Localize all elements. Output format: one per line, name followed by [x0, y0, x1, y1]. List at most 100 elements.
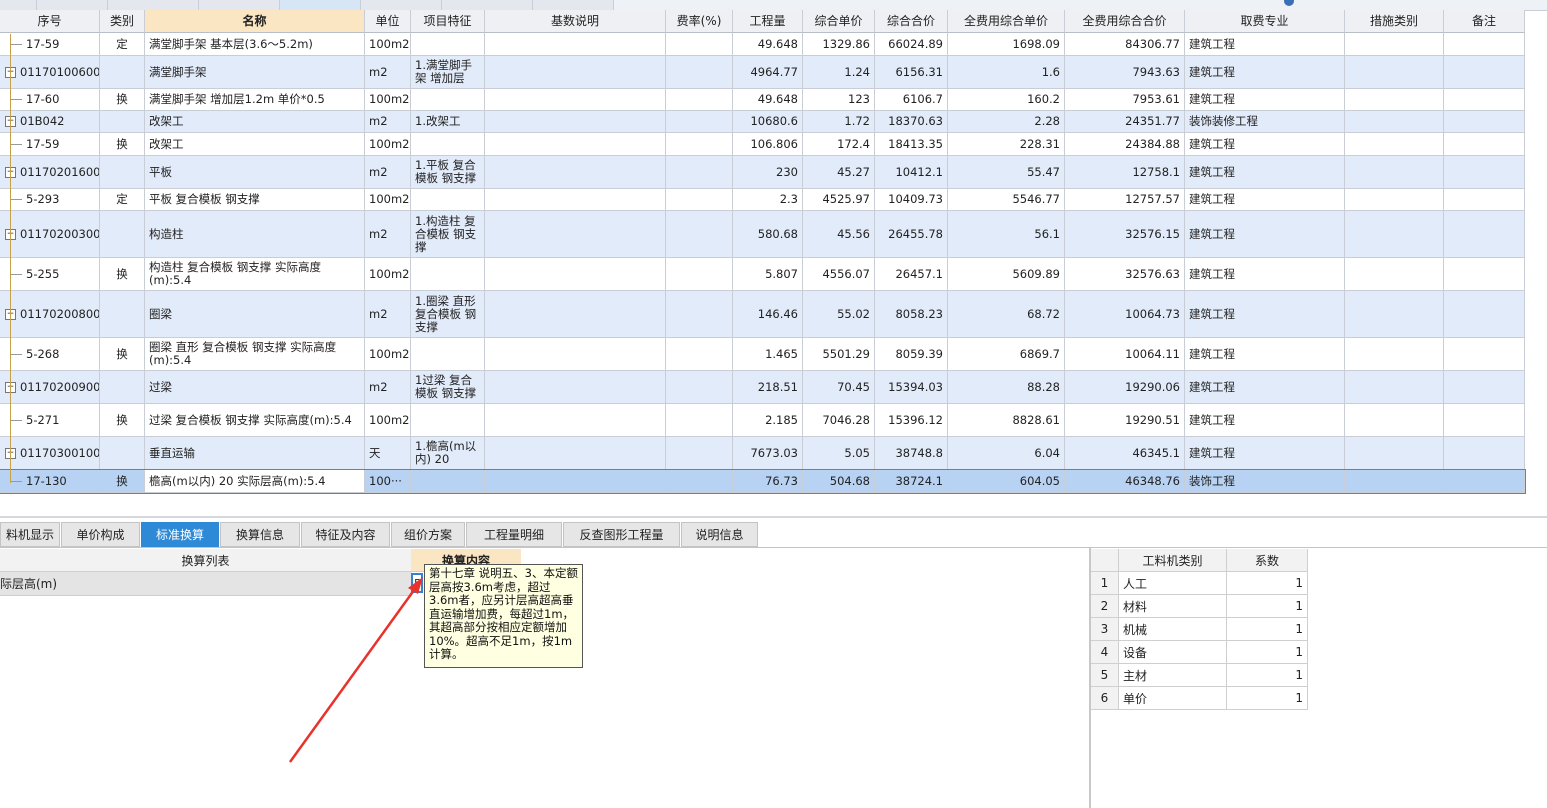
cell-unit-price[interactable]: 1.24 [803, 56, 875, 89]
cell-remark[interactable] [1444, 258, 1525, 291]
list-item-row[interactable]: −011701006002满堂脚手架m21.满堂脚手架 增加层4964.771.… [0, 56, 1525, 89]
cell-remark[interactable] [1444, 89, 1525, 111]
cell-feature[interactable]: 1.满堂脚手架 增加层 [411, 56, 485, 89]
cell-measure-type[interactable] [1345, 133, 1444, 156]
cell-quantity[interactable]: 76.73 [733, 470, 803, 493]
cell-full-total-price[interactable]: 46345.1 [1065, 437, 1185, 470]
cell-measure-type[interactable] [1345, 33, 1444, 56]
cell-base[interactable] [485, 258, 666, 291]
cell-fee-specialty[interactable]: 建筑工程 [1185, 404, 1345, 437]
cell-base[interactable] [485, 156, 666, 189]
cell-category[interactable]: 换 [100, 133, 145, 156]
cell-unit[interactable]: m2 [365, 291, 411, 338]
bottom-tab-1[interactable]: 单价构成 [61, 522, 140, 547]
col-header-full-total-price[interactable]: 全费用综合合价 [1065, 10, 1185, 33]
cell-feature[interactable] [411, 89, 485, 111]
cell-category[interactable]: 换 [100, 404, 145, 437]
coef-row[interactable]: 1 人工 1 [1091, 572, 1308, 595]
coef-row[interactable]: 5 主材 1 [1091, 664, 1308, 687]
cell-total-price[interactable]: 15396.12 [875, 404, 948, 437]
cell-unit-price[interactable]: 4525.97 [803, 189, 875, 211]
cell-name[interactable]: 构造柱 复合模板 钢支撑 实际高度(m):5.4 [145, 258, 365, 291]
cell-name[interactable]: 垂直运输 [145, 437, 365, 470]
cell-rate[interactable] [666, 404, 733, 437]
cell-rate[interactable] [666, 111, 733, 133]
cell-unit[interactable]: 天 [365, 437, 411, 470]
cell-rate[interactable] [666, 89, 733, 111]
quota-row[interactable]: 5-271 换过梁 复合模板 钢支撑 实际高度(m):5.4 100m2 2.185 7… [0, 404, 1525, 437]
cell-measure-type[interactable] [1345, 258, 1444, 291]
cell-name[interactable]: 平板 复合模板 钢支撑 [145, 189, 365, 211]
cell-unit-price[interactable]: 1329.86 [803, 33, 875, 56]
cell-full-unit-price[interactable]: 6.04 [948, 437, 1065, 470]
col-header-quantity[interactable]: 工程量 [733, 10, 803, 33]
cell-remark[interactable] [1444, 156, 1525, 189]
col-header-unit-price[interactable]: 综合单价 [803, 10, 875, 33]
cell-total-price[interactable]: 26455.78 [875, 211, 948, 258]
cell-remark[interactable] [1444, 111, 1525, 133]
cell-base[interactable] [485, 189, 666, 211]
cell-category[interactable] [100, 371, 145, 404]
cell-unit[interactable]: 100··· [365, 470, 411, 493]
bottom-tab-0[interactable]: 料机显示 [0, 522, 60, 547]
cell-quantity[interactable]: 1.465 [733, 338, 803, 371]
cell-unit[interactable]: m2 [365, 211, 411, 258]
top-tab-fee-settings[interactable] [108, 0, 199, 10]
cell-rate[interactable] [666, 211, 733, 258]
cell-name[interactable]: 改架工 [145, 133, 365, 156]
cell-remark[interactable] [1444, 33, 1525, 56]
cell-category[interactable]: 定 [100, 33, 145, 56]
cell-base[interactable] [485, 211, 666, 258]
cell-unit[interactable]: 100m2 [365, 338, 411, 371]
cell-category[interactable]: 定 [100, 189, 145, 211]
quota-row[interactable]: 17-60 换满堂脚手架 增加层1.2m 单价*0.5 100m2 49.648 123… [0, 89, 1525, 111]
bottom-tab-3[interactable]: 换算信息 [220, 522, 300, 547]
top-tab-sub-items[interactable] [199, 0, 280, 10]
quota-row[interactable]: 5-268 换圈梁 直形 复合模板 钢支撑 实际高度(m):5.4 100m2 1.4… [0, 338, 1525, 371]
cell-measure-type[interactable] [1345, 338, 1444, 371]
cell-remark[interactable] [1444, 470, 1525, 493]
cell-full-total-price[interactable]: 10064.73 [1065, 291, 1185, 338]
cell-unit-price[interactable]: 45.27 [803, 156, 875, 189]
cell-seq[interactable]: −011702003001 [0, 211, 100, 258]
cell-fee-specialty[interactable]: 建筑工程 [1185, 156, 1345, 189]
cell-name[interactable]: 檐高(m以内) 20 实际层高(m):5.4 [145, 470, 365, 493]
cell-name[interactable]: 过梁 复合模板 钢支撑 实际高度(m):5.4 [145, 404, 365, 437]
col-header-category[interactable]: 类别 [100, 10, 145, 33]
cell-unit[interactable]: 100m2 [365, 404, 411, 437]
cell-base[interactable] [485, 470, 666, 493]
cell-full-total-price[interactable]: 32576.63 [1065, 258, 1185, 291]
cell-seq[interactable]: 5-255 [0, 258, 100, 291]
cell-name[interactable]: 满堂脚手架 基本层(3.6～5.2m) [145, 33, 365, 56]
cell-category[interactable] [100, 56, 145, 89]
cell-measure-type[interactable] [1345, 437, 1444, 470]
col-header-feature[interactable]: 项目特征 [411, 10, 485, 33]
cell-rate[interactable] [666, 371, 733, 404]
cell-unit-price[interactable]: 1.72 [803, 111, 875, 133]
cell-feature[interactable]: 1.改架工 [411, 111, 485, 133]
cell-category[interactable]: 换 [100, 258, 145, 291]
cell-rate[interactable] [666, 470, 733, 493]
cell-remark[interactable] [1444, 437, 1525, 470]
cell-base[interactable] [485, 111, 666, 133]
cell-remark[interactable] [1444, 56, 1525, 89]
cell-base[interactable] [485, 437, 666, 470]
cell-fee-specialty[interactable]: 建筑工程 [1185, 437, 1345, 470]
cell-measure-type[interactable] [1345, 404, 1444, 437]
bottom-tab-2[interactable]: 标准换算 [141, 522, 219, 547]
cell-feature[interactable] [411, 133, 485, 156]
cell-full-total-price[interactable]: 19290.06 [1065, 371, 1185, 404]
cell-seq[interactable]: 5-271 [0, 404, 100, 437]
bottom-tab-8[interactable]: 说明信息 [681, 522, 758, 547]
cell-full-total-price[interactable]: 46348.76 [1065, 470, 1185, 493]
cell-feature[interactable]: 1.平板 复合模板 钢支撑 [411, 156, 485, 189]
cell-seq[interactable]: −011702008001 [0, 291, 100, 338]
cell-feature[interactable] [411, 470, 485, 493]
cell-category[interactable]: 换 [100, 338, 145, 371]
cell-full-total-price[interactable]: 84306.77 [1065, 33, 1185, 56]
cell-full-total-price[interactable]: 12758.1 [1065, 156, 1185, 189]
cell-full-unit-price[interactable]: 68.72 [948, 291, 1065, 338]
bottom-tab-4[interactable]: 特征及内容 [301, 522, 390, 547]
cell-measure-type[interactable] [1345, 189, 1444, 211]
cell-seq[interactable]: 17-59 [0, 133, 100, 156]
